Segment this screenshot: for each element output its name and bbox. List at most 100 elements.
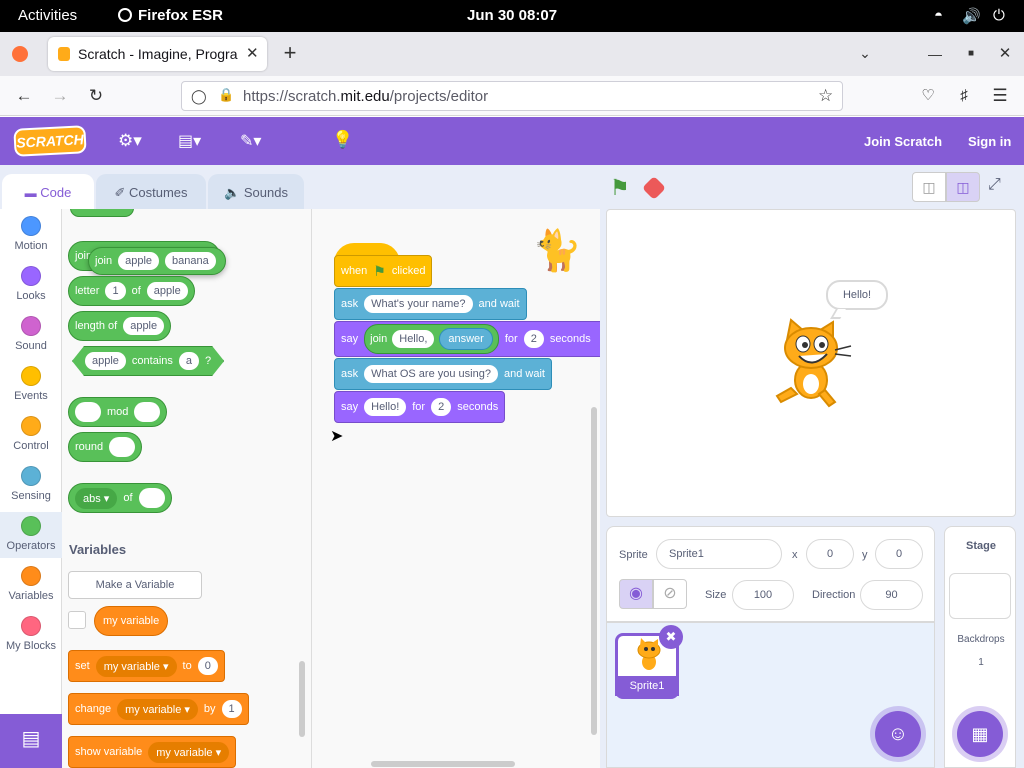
make-variable-button[interactable]: Make a Variable bbox=[68, 571, 202, 599]
ask-block-2[interactable]: ask What OS are you using? and wait bbox=[334, 358, 552, 390]
change-value-input[interactable]: 1 bbox=[221, 700, 242, 718]
hide-sprite-eye-icon[interactable]: ⊘ bbox=[653, 579, 687, 609]
round-input[interactable] bbox=[109, 437, 136, 457]
join-hello-input[interactable]: Hello, bbox=[392, 330, 435, 348]
extensions-icon[interactable]: ♯ bbox=[953, 86, 975, 106]
maximize-icon[interactable]: ■ bbox=[960, 44, 982, 64]
back-icon[interactable]: ← bbox=[13, 86, 35, 106]
workspace-vertical-scrollbar[interactable] bbox=[591, 407, 597, 735]
pocket-icon[interactable]: ♡ bbox=[917, 86, 939, 106]
join-block[interactable]: join apple banana bbox=[88, 247, 226, 275]
volume-icon[interactable]: 🔊 bbox=[962, 7, 981, 25]
direction-input[interactable]: 90 bbox=[860, 580, 923, 610]
ask-2-input[interactable]: What OS are you using? bbox=[364, 365, 498, 383]
show-variable-dropdown[interactable]: my variable ▾ bbox=[148, 741, 230, 763]
ask-block-1[interactable]: ask What's your name? and wait bbox=[334, 288, 527, 320]
category-control[interactable]: Control bbox=[0, 416, 62, 452]
power-icon[interactable]: ⏻ bbox=[993, 7, 1005, 24]
abs-dropdown[interactable]: abs ▾ bbox=[75, 487, 118, 509]
abs-input[interactable] bbox=[138, 488, 165, 508]
say-1-seconds-input[interactable]: 2 bbox=[523, 330, 544, 348]
y-input[interactable]: 0 bbox=[875, 539, 923, 569]
set-value-input[interactable]: 0 bbox=[197, 657, 218, 675]
workspace-horizontal-scrollbar[interactable] bbox=[371, 761, 515, 767]
operator-block-partial[interactable] bbox=[70, 209, 134, 217]
browser-tab[interactable]: Scratch - Imagine, Progra ✕ bbox=[48, 37, 267, 71]
say-join-block[interactable]: say join Hello, answer for 2 seconds bbox=[334, 321, 600, 357]
green-flag-button[interactable]: ⚑ bbox=[610, 175, 630, 201]
tab-costumes[interactable]: ✐ Costumes bbox=[96, 174, 206, 210]
app-menu[interactable]: Firefox ESR bbox=[118, 7, 223, 24]
firefox-view-icon[interactable] bbox=[12, 46, 28, 62]
fullscreen-icon[interactable]: ⤢ bbox=[988, 176, 1001, 194]
join-scratch-link[interactable]: Join Scratch bbox=[864, 134, 942, 149]
file-menu-icon[interactable]: ▤▾ bbox=[178, 131, 201, 151]
small-stage-button[interactable]: ◫ bbox=[912, 172, 946, 202]
list-tabs-icon[interactable]: ⌄ bbox=[854, 43, 876, 63]
say-2-input[interactable]: Hello! bbox=[364, 398, 407, 416]
contains-input-a[interactable]: apple bbox=[85, 352, 126, 370]
reload-icon[interactable]: ↻ bbox=[85, 86, 107, 106]
add-sprite-button[interactable]: ☺ bbox=[875, 711, 921, 757]
palette-scrollbar[interactable] bbox=[299, 661, 305, 737]
delete-sprite-trash-icon[interactable]: ✖ bbox=[659, 625, 683, 649]
script-workspace[interactable]: 🐈 when ⚑ clicked ask What's your name? a… bbox=[312, 209, 600, 768]
tab-sounds[interactable]: 🔈 Sounds bbox=[208, 174, 304, 210]
set-variable-block[interactable]: set my variable ▾ to 0 bbox=[68, 650, 225, 682]
say-2-seconds-input[interactable]: 2 bbox=[431, 398, 452, 416]
close-window-icon[interactable]: ✕ bbox=[994, 44, 1016, 64]
category-my-blocks[interactable]: My Blocks bbox=[0, 616, 62, 652]
sign-in-link[interactable]: Sign in bbox=[968, 134, 1011, 149]
url-bar[interactable]: ◯ 🔒 https://scratch.mit.edu/projects/edi… bbox=[181, 81, 843, 111]
show-sprite-eye-icon[interactable]: ◉ bbox=[619, 579, 653, 609]
new-tab-icon[interactable]: + bbox=[279, 42, 301, 64]
size-input[interactable]: 100 bbox=[732, 580, 794, 610]
category-operators[interactable]: Operators bbox=[0, 512, 62, 558]
forward-icon[interactable]: → bbox=[49, 86, 71, 106]
category-sound[interactable]: Sound bbox=[0, 316, 62, 352]
variable-checkbox[interactable] bbox=[68, 611, 86, 629]
tab-code[interactable]: ▬ Code bbox=[2, 174, 94, 210]
category-events[interactable]: Events bbox=[0, 366, 62, 402]
lock-icon[interactable]: 🔒 bbox=[218, 87, 234, 103]
category-sensing[interactable]: Sensing bbox=[0, 466, 62, 502]
large-stage-button[interactable]: ◫ bbox=[946, 172, 980, 202]
mod-input-b[interactable] bbox=[134, 402, 161, 422]
ask-1-input[interactable]: What's your name? bbox=[364, 295, 473, 313]
say-block-2[interactable]: say Hello! for 2 seconds bbox=[334, 391, 506, 423]
mod-input-a[interactable] bbox=[75, 402, 101, 422]
abs-of-block[interactable]: abs ▾ of bbox=[68, 483, 172, 513]
join-input-b[interactable]: banana bbox=[165, 252, 216, 270]
when-flag-clicked-block[interactable]: when ⚑ clicked bbox=[334, 255, 432, 287]
length-word-input[interactable]: apple bbox=[123, 317, 165, 335]
minimize-icon[interactable]: — bbox=[924, 44, 946, 64]
set-variable-dropdown[interactable]: my variable ▾ bbox=[95, 655, 177, 677]
clock[interactable]: Jun 30 08:07 bbox=[467, 7, 557, 24]
letter-index-input[interactable]: 1 bbox=[105, 282, 126, 300]
bookmark-star-icon[interactable]: ☆ bbox=[818, 86, 833, 106]
category-motion[interactable]: Motion bbox=[0, 216, 62, 252]
settings-gear-icon[interactable]: ⚙▾ bbox=[118, 131, 142, 151]
change-variable-dropdown[interactable]: my variable ▾ bbox=[117, 698, 198, 720]
stage-target-panel[interactable]: Stage Backdrops 1 ▦ bbox=[944, 526, 1016, 768]
scratch-logo[interactable]: SCRATCH bbox=[13, 125, 87, 157]
contains-block[interactable]: apple contains a ? bbox=[72, 346, 224, 376]
network-icon[interactable]: ◓ bbox=[934, 7, 943, 24]
app-menu-icon[interactable]: ☰ bbox=[989, 86, 1011, 106]
my-variable-reporter[interactable]: my variable bbox=[94, 606, 169, 636]
join-input-a[interactable]: apple bbox=[118, 252, 160, 270]
tracking-shield-icon[interactable]: ◯ bbox=[191, 88, 207, 105]
add-backdrop-button[interactable]: ▦ bbox=[957, 711, 1003, 757]
sprite-name-input[interactable]: Sprite1 bbox=[656, 539, 782, 569]
length-of-block[interactable]: length of apple bbox=[68, 311, 172, 341]
letter-word-input[interactable]: apple bbox=[146, 282, 188, 300]
mod-block[interactable]: mod bbox=[68, 397, 168, 427]
tutorials-lightbulb-icon[interactable]: 💡 bbox=[332, 130, 353, 150]
answer-reporter[interactable]: answer bbox=[439, 328, 493, 350]
x-input[interactable]: 0 bbox=[806, 539, 854, 569]
add-extension-button[interactable]: ▤ bbox=[0, 714, 62, 768]
category-looks[interactable]: Looks bbox=[0, 266, 62, 302]
close-tab-icon[interactable]: ✕ bbox=[246, 44, 259, 62]
backdrop-thumbnail[interactable] bbox=[949, 573, 1011, 619]
letter-of-block[interactable]: letter 1 of apple bbox=[68, 276, 195, 306]
